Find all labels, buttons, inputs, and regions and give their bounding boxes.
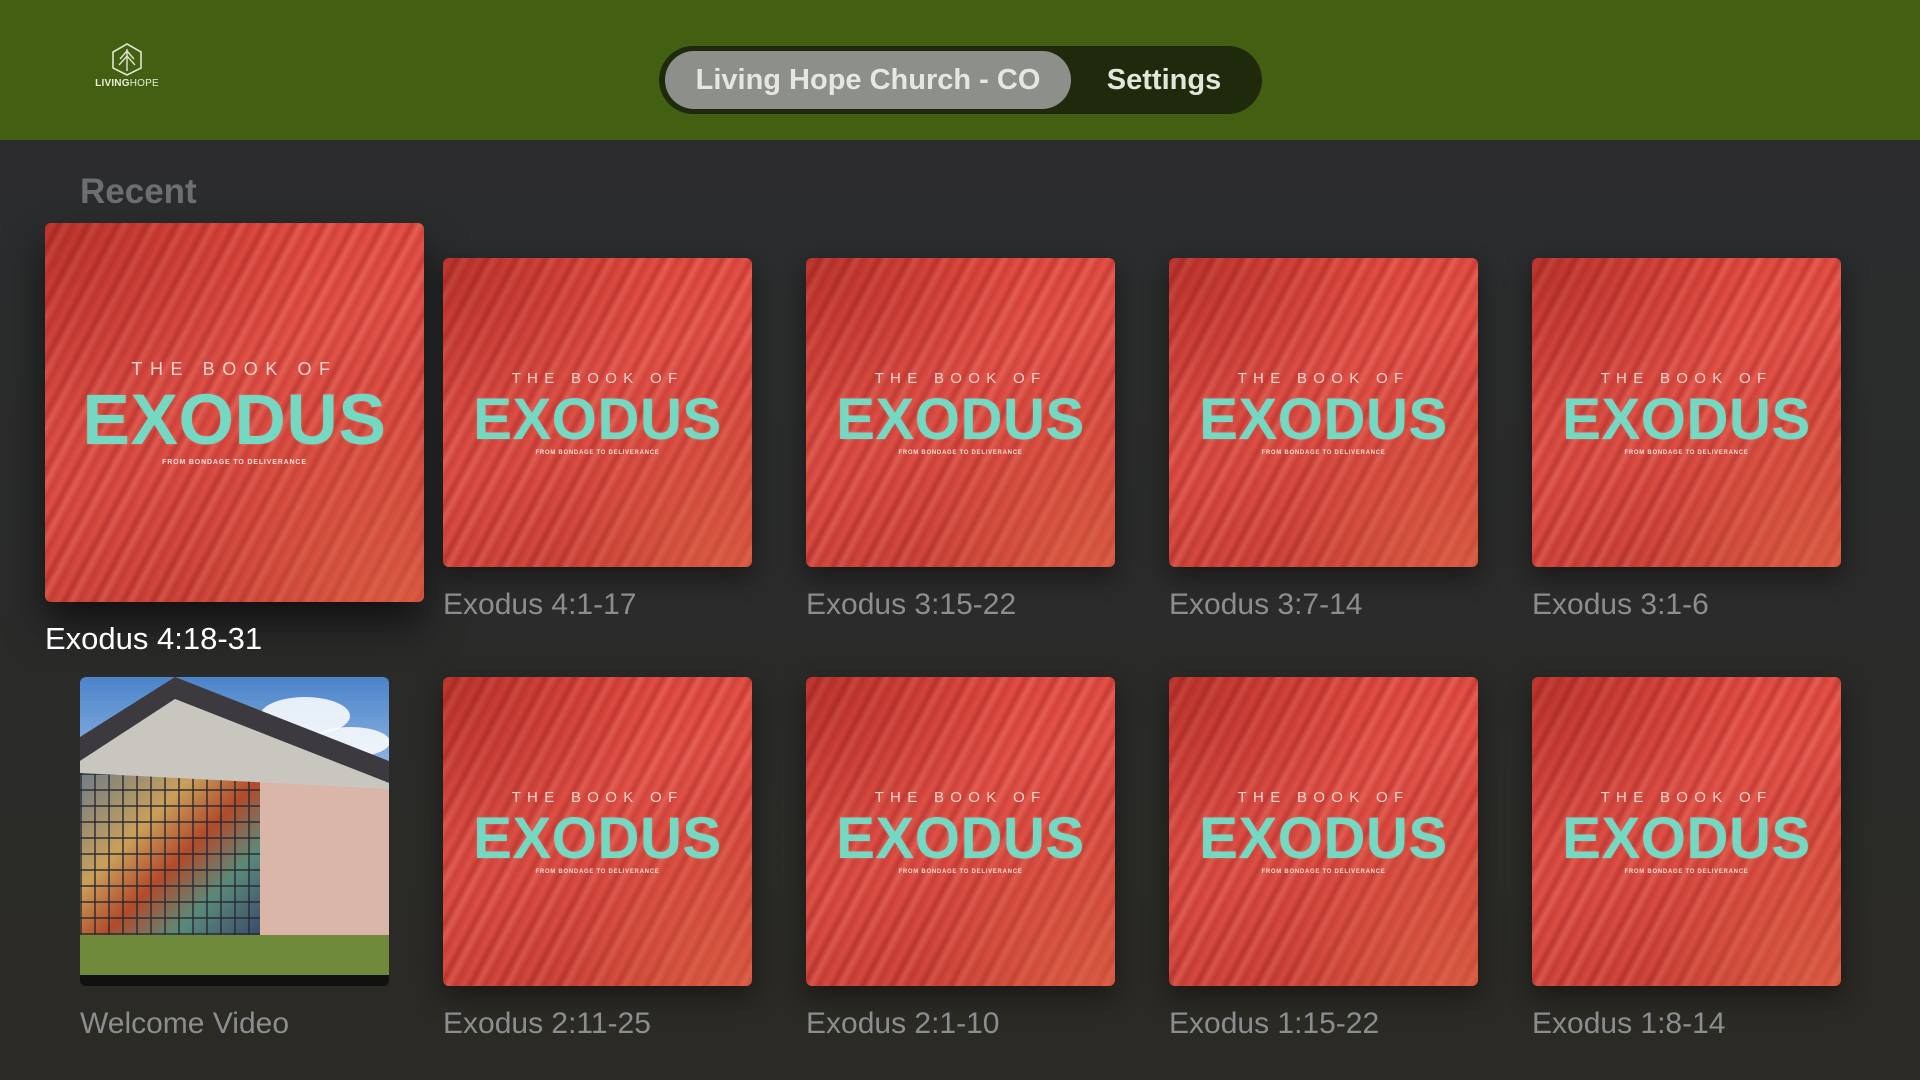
- artwork-subtitle: FROM BONDAGE TO DELIVERANCE: [1261, 869, 1386, 875]
- artwork-subtitle: FROM BONDAGE TO DELIVERANCE: [535, 869, 660, 875]
- video-title: Exodus 4:1-17: [443, 588, 637, 621]
- exodus-artwork: THE BOOK OF EXODUS FROM BONDAGE TO DELIV…: [443, 677, 752, 986]
- video-title: Exodus 1:15-22: [1169, 1007, 1380, 1040]
- tab-bar: Living Hope Church - CO Settings: [659, 46, 1262, 114]
- artwork-title: EXODUS: [82, 381, 387, 460]
- artwork-title: EXODUS: [1562, 806, 1811, 871]
- video-title: Exodus 1:8-14: [1532, 1007, 1726, 1040]
- top-navigation-bar: LIVINGHOPE Living Hope Church - CO Setti…: [0, 0, 1920, 140]
- video-title: Exodus 4:18-31: [45, 621, 263, 656]
- tree-logo-icon: [112, 43, 142, 76]
- video-title: Exodus 3:1-6: [1532, 588, 1709, 621]
- exodus-artwork: THE BOOK OF EXODUS FROM BONDAGE TO DELIV…: [806, 677, 1115, 986]
- artwork-title: EXODUS: [1199, 387, 1448, 452]
- tab-settings[interactable]: Settings: [1071, 51, 1257, 109]
- logo-wordmark: LIVINGHOPE: [95, 78, 159, 89]
- artwork-subtitle: FROM BONDAGE TO DELIVERANCE: [898, 450, 1023, 456]
- artwork-top-line: THE BOOK OF: [1237, 789, 1410, 806]
- artwork-top-line: THE BOOK OF: [874, 370, 1047, 387]
- section-title-recent: Recent: [80, 172, 197, 211]
- artwork-subtitle: FROM BONDAGE TO DELIVERANCE: [162, 459, 307, 466]
- exodus-artwork: THE BOOK OF EXODUS FROM BONDAGE TO DELIV…: [1532, 258, 1841, 567]
- artwork-title: EXODUS: [836, 387, 1085, 452]
- artwork-top-line: THE BOOK OF: [511, 789, 684, 806]
- exodus-artwork: THE BOOK OF EXODUS FROM BONDAGE TO DELIV…: [1532, 677, 1841, 986]
- artwork-top-line: THE BOOK OF: [1600, 789, 1773, 806]
- video-title: Exodus 3:7-14: [1169, 588, 1363, 621]
- exodus-artwork: THE BOOK OF EXODUS FROM BONDAGE TO DELIV…: [1169, 258, 1478, 567]
- exodus-artwork: THE BOOK OF EXODUS FROM BONDAGE TO DELIV…: [443, 258, 752, 567]
- artwork-subtitle: FROM BONDAGE TO DELIVERANCE: [535, 450, 660, 456]
- artwork-subtitle: FROM BONDAGE TO DELIVERANCE: [898, 869, 1023, 875]
- exodus-artwork: THE BOOK OF EXODUS FROM BONDAGE TO DELIV…: [806, 258, 1115, 567]
- video-title: Exodus 2:11-25: [443, 1007, 651, 1040]
- artwork-top-line: THE BOOK OF: [1237, 370, 1410, 387]
- artwork-title: EXODUS: [836, 806, 1085, 871]
- exodus-artwork: THE BOOK OF EXODUS FROM BONDAGE TO DELIV…: [45, 223, 424, 602]
- video-title: Exodus 3:15-22: [806, 588, 1017, 621]
- artwork-top-line: THE BOOK OF: [1600, 370, 1773, 387]
- tab-living-hope-church[interactable]: Living Hope Church - CO: [665, 51, 1071, 109]
- artwork-top-line: THE BOOK OF: [511, 370, 684, 387]
- artwork-top-line: THE BOOK OF: [874, 789, 1047, 806]
- church-building-thumbnail: [80, 677, 389, 986]
- living-hope-logo: LIVINGHOPE: [92, 42, 162, 94]
- artwork-subtitle: FROM BONDAGE TO DELIVERANCE: [1624, 450, 1749, 456]
- video-title: Welcome Video: [80, 1007, 290, 1040]
- artwork-top-line: THE BOOK OF: [131, 359, 338, 379]
- artwork-title: EXODUS: [473, 806, 722, 871]
- artwork-title: EXODUS: [1562, 387, 1811, 452]
- artwork-subtitle: FROM BONDAGE TO DELIVERANCE: [1624, 869, 1749, 875]
- artwork-title: EXODUS: [1199, 806, 1448, 871]
- artwork-title: EXODUS: [473, 387, 722, 452]
- artwork-subtitle: FROM BONDAGE TO DELIVERANCE: [1261, 450, 1386, 456]
- video-title: Exodus 2:1-10: [806, 1007, 1000, 1040]
- exodus-artwork: THE BOOK OF EXODUS FROM BONDAGE TO DELIV…: [1169, 677, 1478, 986]
